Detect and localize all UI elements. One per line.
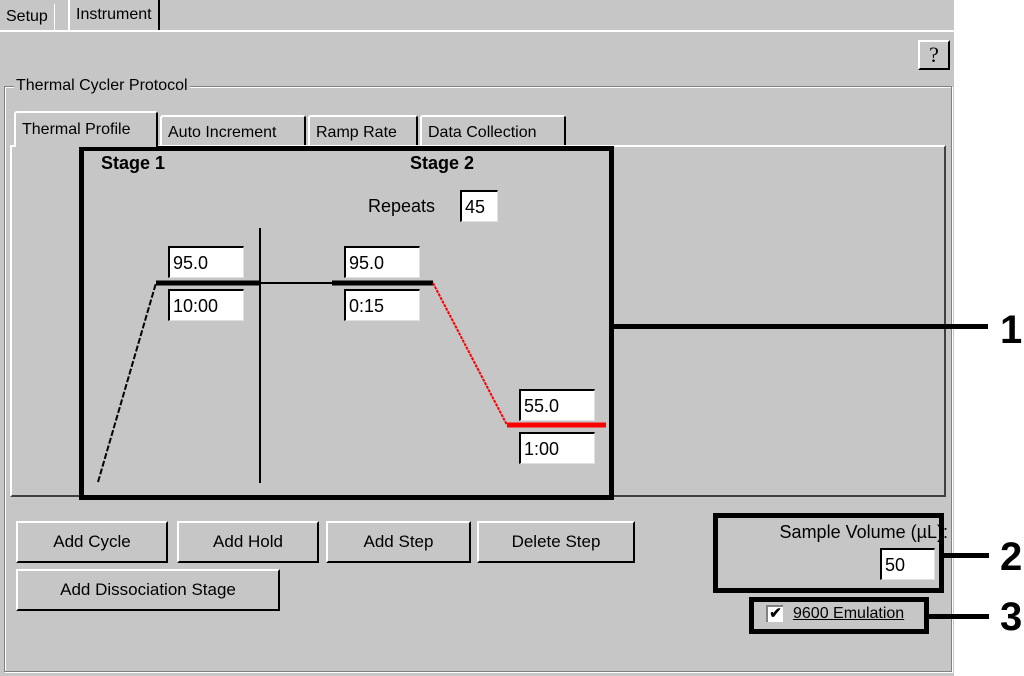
annotation-box-1 (79, 146, 614, 500)
add-hold-button[interactable]: Add Hold (177, 521, 319, 563)
add-step-button[interactable]: Add Step (326, 521, 471, 563)
tab-thermal-profile[interactable]: Thermal Profile (14, 111, 158, 147)
add-cycle-button[interactable]: Add Cycle (16, 521, 168, 563)
add-dissociation-stage-button[interactable]: Add Dissociation Stage (16, 569, 280, 611)
annotation-number-2: 2 (1000, 535, 1023, 579)
annotation-line-2 (944, 553, 989, 558)
annotation-number-3: 3 (1000, 595, 1023, 639)
annotation-box-2 (713, 513, 944, 593)
annotation-line-1 (614, 324, 988, 329)
delete-step-button[interactable]: Delete Step (477, 521, 635, 563)
annotation-number-1: 1 (1000, 308, 1023, 352)
annotation-line-3 (929, 614, 989, 619)
annotation-box-3 (749, 597, 929, 634)
